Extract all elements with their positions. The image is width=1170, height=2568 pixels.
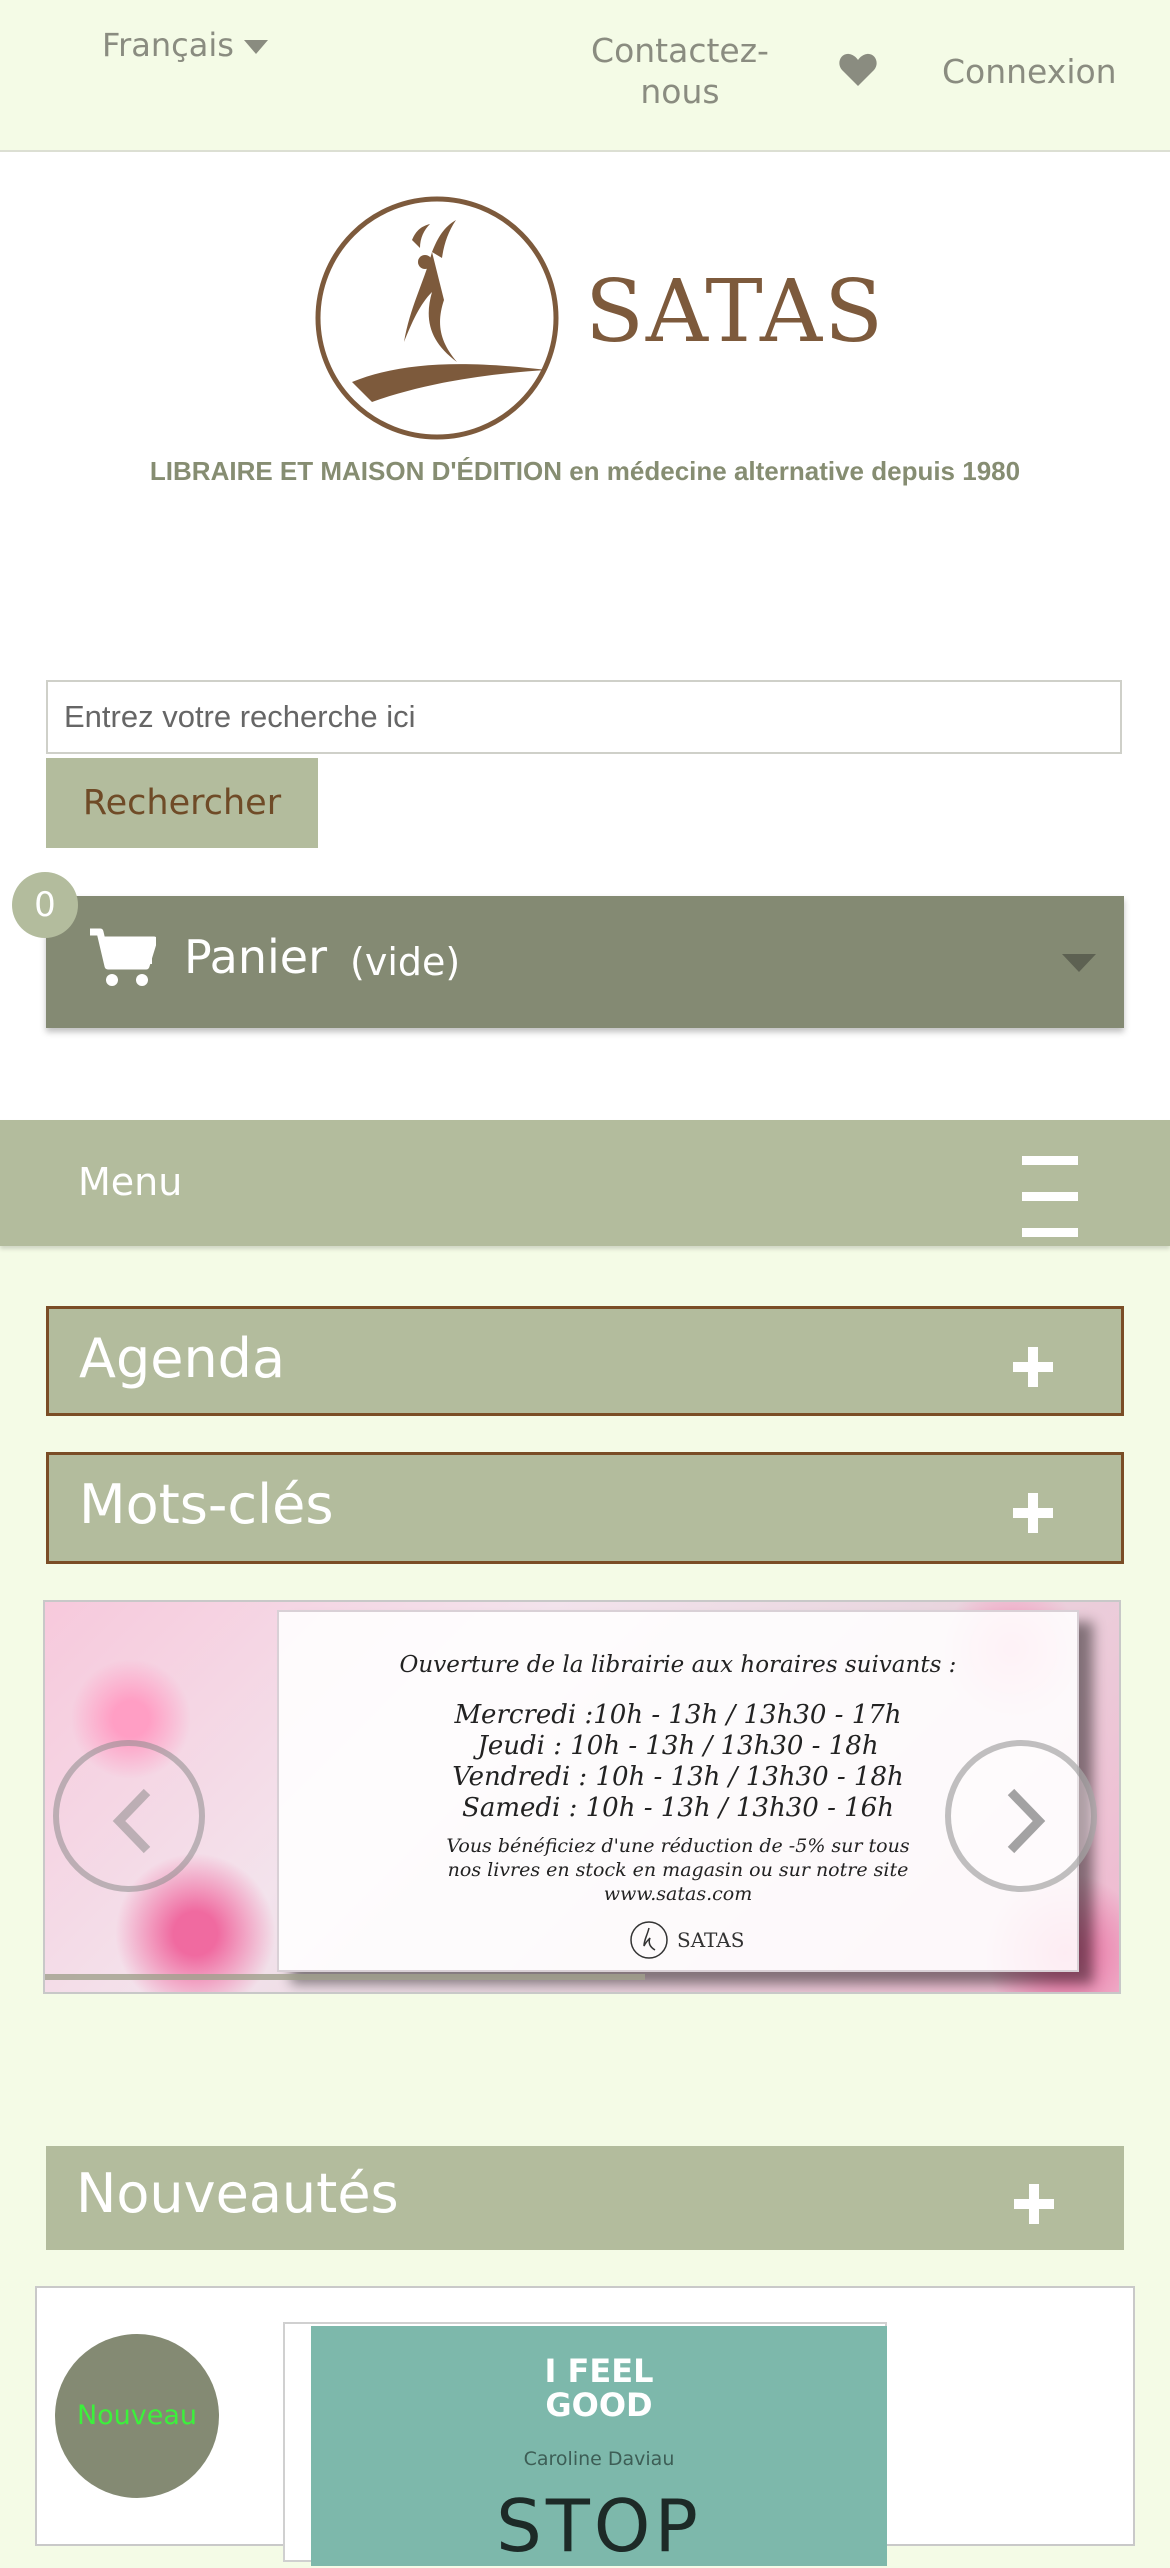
image-slider[interactable]: Ouverture de la librairie aux horaires s… xyxy=(43,1600,1121,1994)
menu-label: Menu xyxy=(78,1160,183,1204)
slider-progress-bar xyxy=(45,1974,645,1980)
chevron-right-icon xyxy=(1007,1788,1046,1854)
cover-brand-line1: I FEEL xyxy=(544,2352,654,2390)
slide-heading: Ouverture de la librairie aux horaires s… xyxy=(399,1652,957,1678)
brand-tagline: LIBRAIRE ET MAISON D'ÉDITION en médecine… xyxy=(149,456,1021,486)
agenda-title: Agenda xyxy=(79,1327,286,1390)
satas-mark-icon xyxy=(630,1921,668,1959)
agenda-block[interactable]: Agenda xyxy=(46,1306,1124,1416)
product-card[interactable]: Nouveau I FEEL GOOD Caroline Daviau STOP xyxy=(35,2286,1135,2568)
brand-name: SATAS xyxy=(585,262,885,362)
cover-author: Caroline Daviau xyxy=(523,2448,675,2470)
contact-link-line1: Contactez- xyxy=(591,31,769,70)
cart-label: Panier xyxy=(184,930,328,984)
language-selector[interactable]: Français xyxy=(102,26,268,64)
shopping-cart-icon xyxy=(90,928,156,986)
language-label: Français xyxy=(102,26,234,64)
plus-icon[interactable] xyxy=(1014,2184,1054,2224)
chevron-down-icon xyxy=(1062,954,1096,972)
keywords-title: Mots-clés xyxy=(79,1473,334,1536)
product-cover-image[interactable]: I FEEL GOOD Caroline Daviau STOP xyxy=(311,2326,887,2568)
cover-brand-line2: GOOD xyxy=(545,2386,653,2424)
slider-next-button[interactable] xyxy=(945,1740,1097,1892)
note-line: www.satas.com xyxy=(603,1883,753,1905)
hamburger-icon[interactable] xyxy=(1022,1156,1078,1244)
cover-brand: I FEEL GOOD xyxy=(311,2354,887,2422)
contact-link-line2: nous xyxy=(640,72,720,111)
chevron-down-icon xyxy=(243,40,268,54)
new-badge: Nouveau xyxy=(55,2334,219,2498)
keywords-block[interactable]: Mots-clés xyxy=(46,1452,1124,1564)
contact-link[interactable]: Contactez- nous xyxy=(575,30,785,112)
note-line: nos livres en stock en magasin ou sur no… xyxy=(447,1859,909,1881)
slider-prev-button[interactable] xyxy=(53,1740,205,1892)
plus-icon[interactable] xyxy=(1013,1493,1053,1533)
heart-icon[interactable] xyxy=(838,52,878,88)
search-input[interactable] xyxy=(46,680,1122,754)
hours-line: Mercredi :10h - 13h / 13h30 - 17h xyxy=(454,1700,902,1730)
chevron-left-icon xyxy=(112,1788,151,1854)
cart-status: (vide) xyxy=(350,940,461,984)
plus-icon[interactable] xyxy=(1013,1347,1053,1387)
login-link[interactable]: Connexion xyxy=(942,52,1117,91)
new-releases-block[interactable]: Nouveautés xyxy=(46,2146,1124,2250)
menu-bar[interactable]: Menu xyxy=(0,1120,1170,1246)
hours-line: Jeudi : 10h - 13h / 13h30 - 18h xyxy=(477,1731,879,1761)
cover-title: STOP xyxy=(496,2484,702,2568)
search-button[interactable]: Rechercher xyxy=(46,758,318,848)
cart-count-badge: 0 xyxy=(12,872,78,938)
top-nav: Français Contactez- nous Connexion xyxy=(0,0,1170,152)
slide-brand: SATAS xyxy=(677,1928,745,1952)
cart-dropdown[interactable]: Panier (vide) xyxy=(46,896,1124,1028)
new-releases-title: Nouveautés xyxy=(76,2162,399,2225)
